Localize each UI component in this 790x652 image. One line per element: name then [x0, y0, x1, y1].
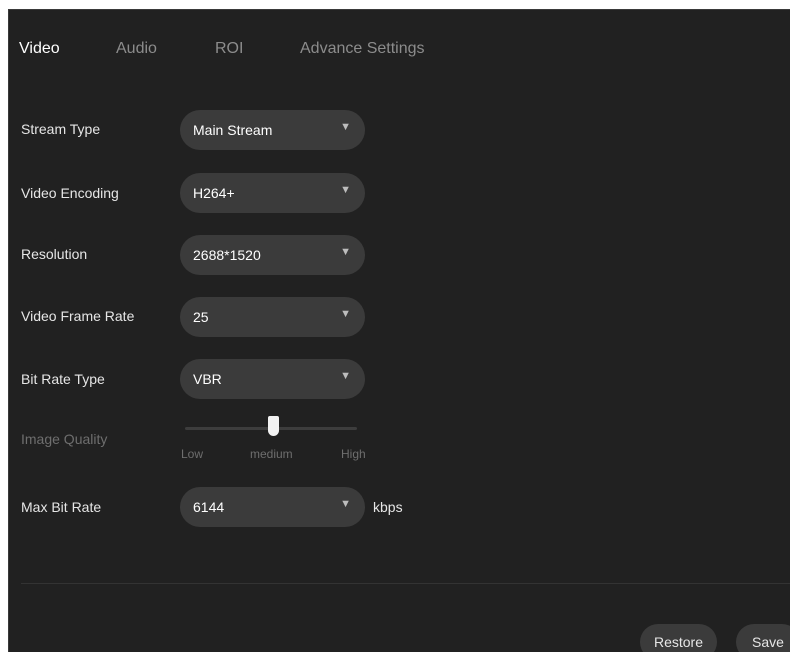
- caret-down-icon: ▼: [340, 121, 351, 133]
- slider-mark-high: High: [341, 447, 366, 461]
- frame-rate-value: 25: [193, 309, 209, 325]
- restore-button[interactable]: Restore: [640, 624, 717, 652]
- footer-divider: [21, 583, 790, 584]
- image-quality-slider-handle[interactable]: [267, 416, 279, 436]
- stream-type-label: Stream Type: [21, 121, 101, 137]
- tab-roi[interactable]: ROI: [215, 40, 243, 58]
- tab-video[interactable]: Video: [19, 40, 60, 58]
- bit-rate-type-value: VBR: [193, 371, 222, 387]
- video-settings-panel: Video Audio ROI Advance Settings Stream …: [8, 9, 790, 652]
- bit-rate-type-select[interactable]: VBR ▼: [180, 359, 365, 399]
- slider-mark-medium: medium: [250, 447, 293, 461]
- caret-down-icon: ▼: [340, 498, 351, 510]
- resolution-select[interactable]: 2688*1520 ▼: [180, 235, 365, 275]
- caret-down-icon: ▼: [340, 370, 351, 382]
- stream-type-value: Main Stream: [193, 122, 273, 138]
- image-quality-label: Image Quality: [21, 431, 108, 447]
- slider-mark-low: Low: [181, 447, 204, 461]
- tab-audio[interactable]: Audio: [116, 40, 157, 58]
- max-bit-rate-unit: kbps: [373, 499, 403, 515]
- resolution-value: 2688*1520: [193, 247, 261, 263]
- max-bit-rate-value: 6144: [193, 499, 225, 515]
- caret-down-icon: ▼: [340, 246, 351, 258]
- frame-rate-label: Video Frame Rate: [21, 308, 135, 324]
- max-bit-rate-select[interactable]: 6144 ▼: [180, 487, 365, 527]
- video-encoding-value: H264+: [193, 185, 235, 201]
- tab-advance-settings[interactable]: Advance Settings: [300, 40, 425, 58]
- save-button[interactable]: Save: [736, 624, 790, 652]
- resolution-label: Resolution: [21, 246, 88, 262]
- caret-down-icon: ▼: [340, 308, 351, 320]
- stream-type-select[interactable]: Main Stream ▼: [180, 110, 365, 150]
- video-encoding-label: Video Encoding: [21, 185, 119, 201]
- frame-rate-select[interactable]: 25 ▼: [180, 297, 365, 337]
- video-encoding-select[interactable]: H264+ ▼: [180, 173, 365, 213]
- max-bit-rate-label: Max Bit Rate: [21, 499, 102, 515]
- caret-down-icon: ▼: [340, 184, 351, 196]
- bit-rate-type-label: Bit Rate Type: [21, 371, 105, 387]
